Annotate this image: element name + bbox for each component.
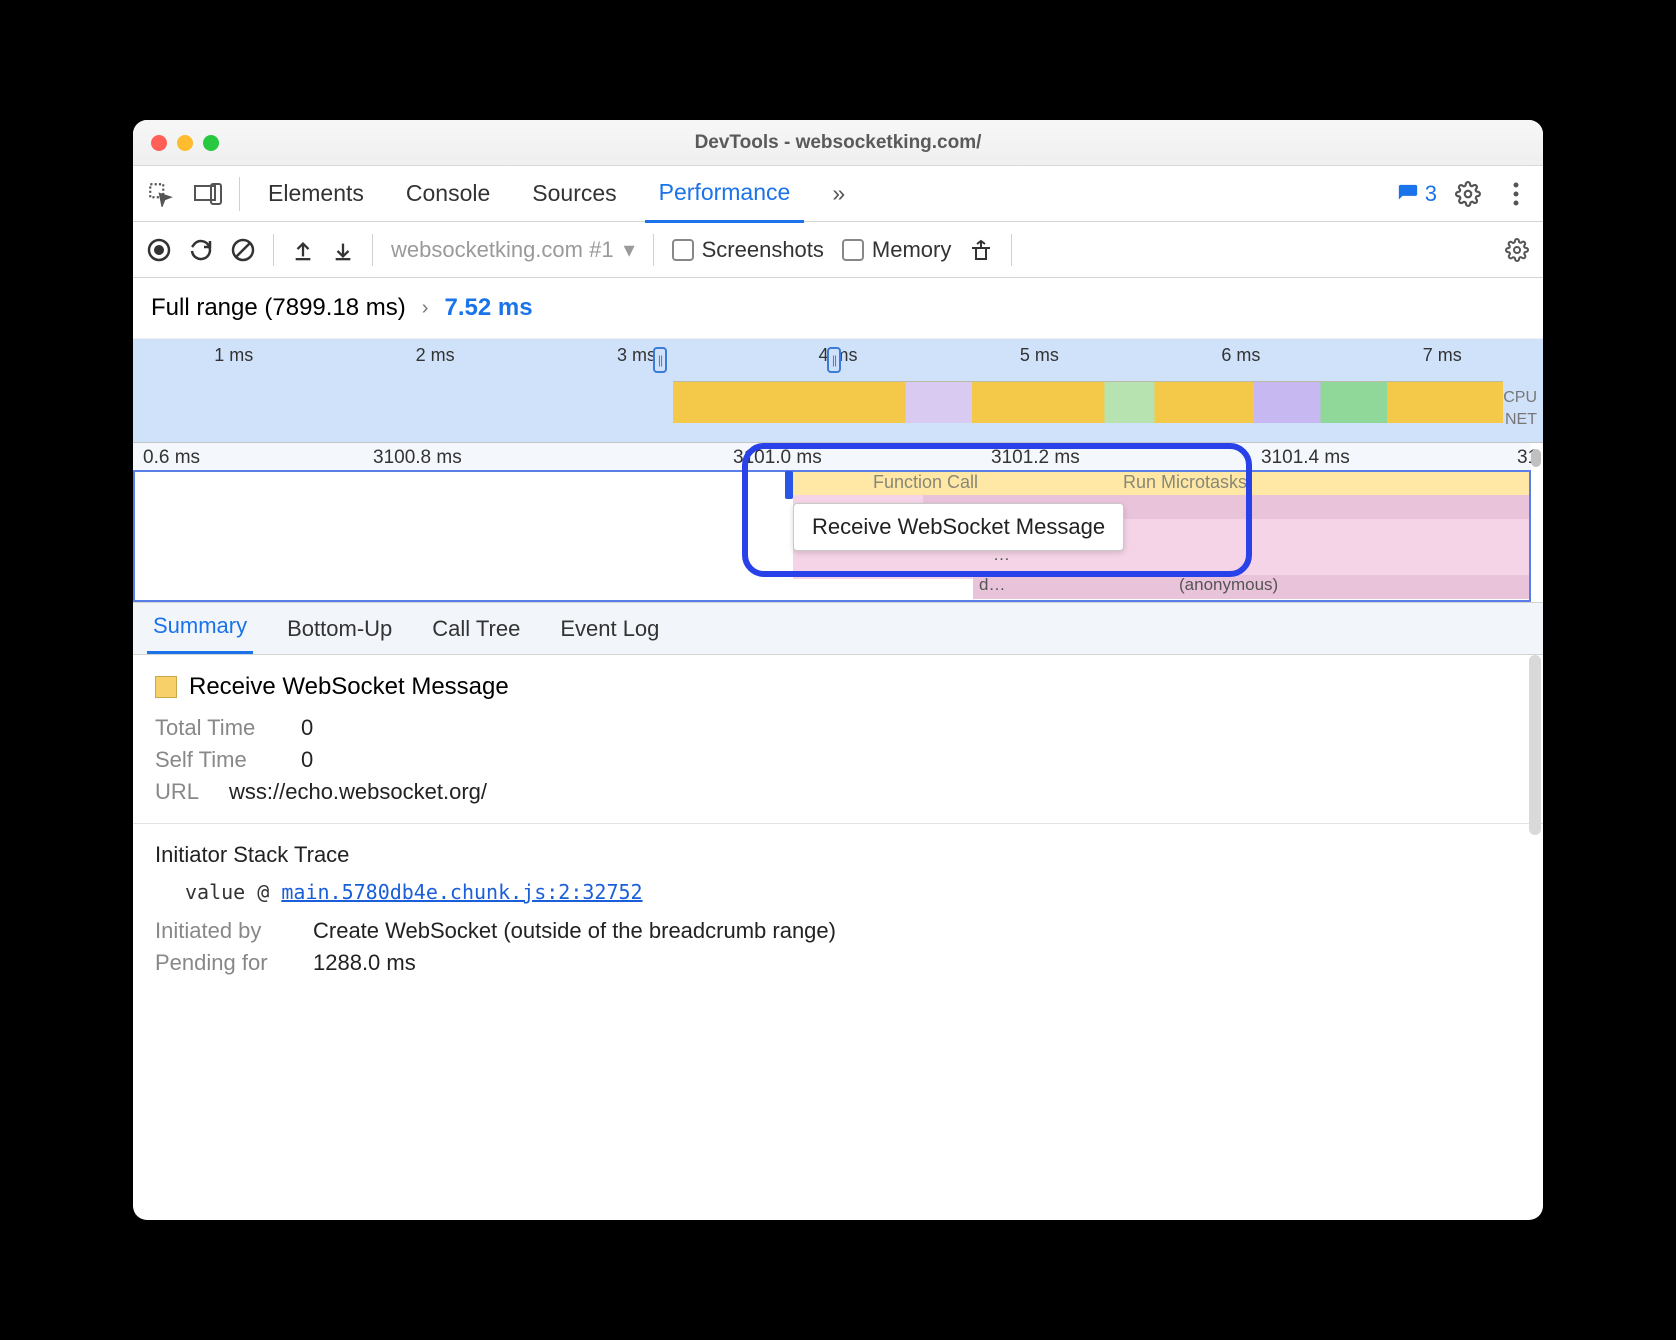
checkbox-icon — [842, 239, 864, 261]
selected-range[interactable]: 7.52 ms — [444, 294, 532, 322]
reload-record-button[interactable] — [189, 238, 213, 262]
issues-count: 3 — [1425, 181, 1437, 207]
event-title-row: Receive WebSocket Message — [155, 673, 1521, 701]
summary-panel: Receive WebSocket Message Total Time 0 S… — [133, 655, 1543, 1220]
overview-handle-right[interactable] — [827, 347, 841, 373]
issues-badge[interactable]: 3 — [1397, 181, 1437, 207]
memory-checkbox[interactable]: Memory — [842, 237, 951, 263]
details-tab-bottom-up[interactable]: Bottom-Up — [281, 604, 398, 654]
download-profile-button[interactable] — [332, 239, 354, 261]
capture-settings-gear-icon[interactable] — [1505, 238, 1529, 262]
details-scrollbar[interactable] — [1529, 655, 1541, 835]
event-name: Receive WebSocket Message — [189, 673, 509, 701]
tick: 2 ms — [416, 345, 455, 366]
details-tabs: Summary Bottom-Up Call Tree Event Log — [133, 603, 1543, 655]
devtools-tabbar: Elements Console Sources Performance » 3 — [133, 166, 1543, 222]
cpu-label: CPU — [1503, 387, 1537, 409]
event-tooltip: Receive WebSocket Message — [793, 503, 1124, 551]
tick: 6 ms — [1221, 345, 1260, 366]
separator — [239, 177, 240, 211]
kv-pending-for: Pending for 1288.0 ms — [155, 950, 1521, 976]
kv-initiated-by: Initiated by Create WebSocket (outside o… — [155, 918, 1521, 944]
timeline-overview[interactable]: 1 ms 2 ms 3 ms 4 ms 5 ms 6 ms 7 ms CPU N… — [133, 339, 1543, 443]
kv-self-time: Self Time 0 — [155, 747, 1521, 773]
separator — [372, 234, 373, 266]
memory-label: Memory — [872, 237, 951, 263]
tick: 5 ms — [1020, 345, 1059, 366]
chevron-right-icon: › — [422, 297, 429, 320]
overview-side-labels: CPU NET — [1503, 387, 1537, 431]
checkbox-icon — [672, 239, 694, 261]
separator — [133, 823, 1543, 824]
stack-frame: value @ main.5780db4e.chunk.js:2:32752 — [185, 880, 1521, 904]
flamegraph-scrollbar[interactable] — [1531, 449, 1541, 467]
garbage-collect-button[interactable] — [969, 238, 993, 262]
tick: 3 ms — [617, 345, 656, 366]
devtools-window: DevTools - websocketking.com/ Elements C… — [133, 120, 1543, 1220]
tab-sources[interactable]: Sources — [518, 166, 630, 221]
record-button[interactable] — [147, 238, 171, 262]
kv-total-time: Total Time 0 — [155, 715, 1521, 741]
tooltip-text: Receive WebSocket Message — [812, 514, 1105, 539]
details-tab-event-log[interactable]: Event Log — [554, 604, 665, 654]
settings-gear-icon[interactable] — [1451, 177, 1485, 211]
details-tab-summary[interactable]: Summary — [147, 601, 253, 654]
tab-performance[interactable]: Performance — [645, 165, 805, 223]
upload-profile-button[interactable] — [292, 239, 314, 261]
kv-url: URL wss://echo.websocket.org/ — [155, 779, 1521, 805]
kebab-menu-icon[interactable] — [1499, 177, 1533, 211]
separator — [273, 234, 274, 266]
tab-console[interactable]: Console — [392, 166, 504, 221]
close-window-button[interactable] — [151, 135, 167, 151]
ruler-tick: 3100.8 ms — [373, 447, 462, 469]
tick: 7 ms — [1423, 345, 1462, 366]
overview-flame — [673, 381, 1503, 423]
separator — [1011, 234, 1012, 266]
tab-elements[interactable]: Elements — [254, 166, 378, 221]
window-title: DevTools - websocketking.com/ — [133, 132, 1543, 154]
flamegraph[interactable]: 0.6 ms 3100.8 ms 3101.0 ms 3101.2 ms 310… — [133, 443, 1543, 603]
recording-name: websocketking.com #1 — [391, 237, 614, 263]
stack-link[interactable]: main.5780db4e.chunk.js:2:32752 — [281, 880, 642, 904]
range-breadcrumb: Full range (7899.18 ms) › 7.52 ms — [133, 278, 1543, 339]
stack-trace-title: Initiator Stack Trace — [155, 842, 1521, 868]
device-toolbar-icon[interactable] — [191, 177, 225, 211]
performance-toolbar: websocketking.com #1 ▾ Screenshots Memor… — [133, 222, 1543, 278]
screenshots-label: Screenshots — [702, 237, 824, 263]
chevron-down-icon: ▾ — [624, 237, 635, 263]
overview-handle-left[interactable] — [653, 347, 667, 373]
ruler-tick: 3101.4 ms — [1261, 447, 1350, 469]
screenshots-checkbox[interactable]: Screenshots — [672, 237, 824, 263]
ruler-tick: 0.6 ms — [143, 447, 200, 469]
tick: 1 ms — [214, 345, 253, 366]
details-tab-call-tree[interactable]: Call Tree — [426, 604, 526, 654]
event-color-swatch — [155, 676, 177, 698]
full-range-label[interactable]: Full range (7899.18 ms) — [151, 294, 406, 322]
fullscreen-window-button[interactable] — [203, 135, 219, 151]
separator — [653, 234, 654, 266]
clear-button[interactable] — [231, 238, 255, 262]
recording-dropdown[interactable]: websocketking.com #1 ▾ — [391, 237, 635, 263]
net-label: NET — [1503, 409, 1537, 431]
minimize-window-button[interactable] — [177, 135, 193, 151]
traffic-lights — [151, 135, 219, 151]
titlebar: DevTools - websocketking.com/ — [133, 120, 1543, 166]
tabs-overflow-button[interactable]: » — [818, 166, 859, 221]
inspect-element-icon[interactable] — [143, 177, 177, 211]
